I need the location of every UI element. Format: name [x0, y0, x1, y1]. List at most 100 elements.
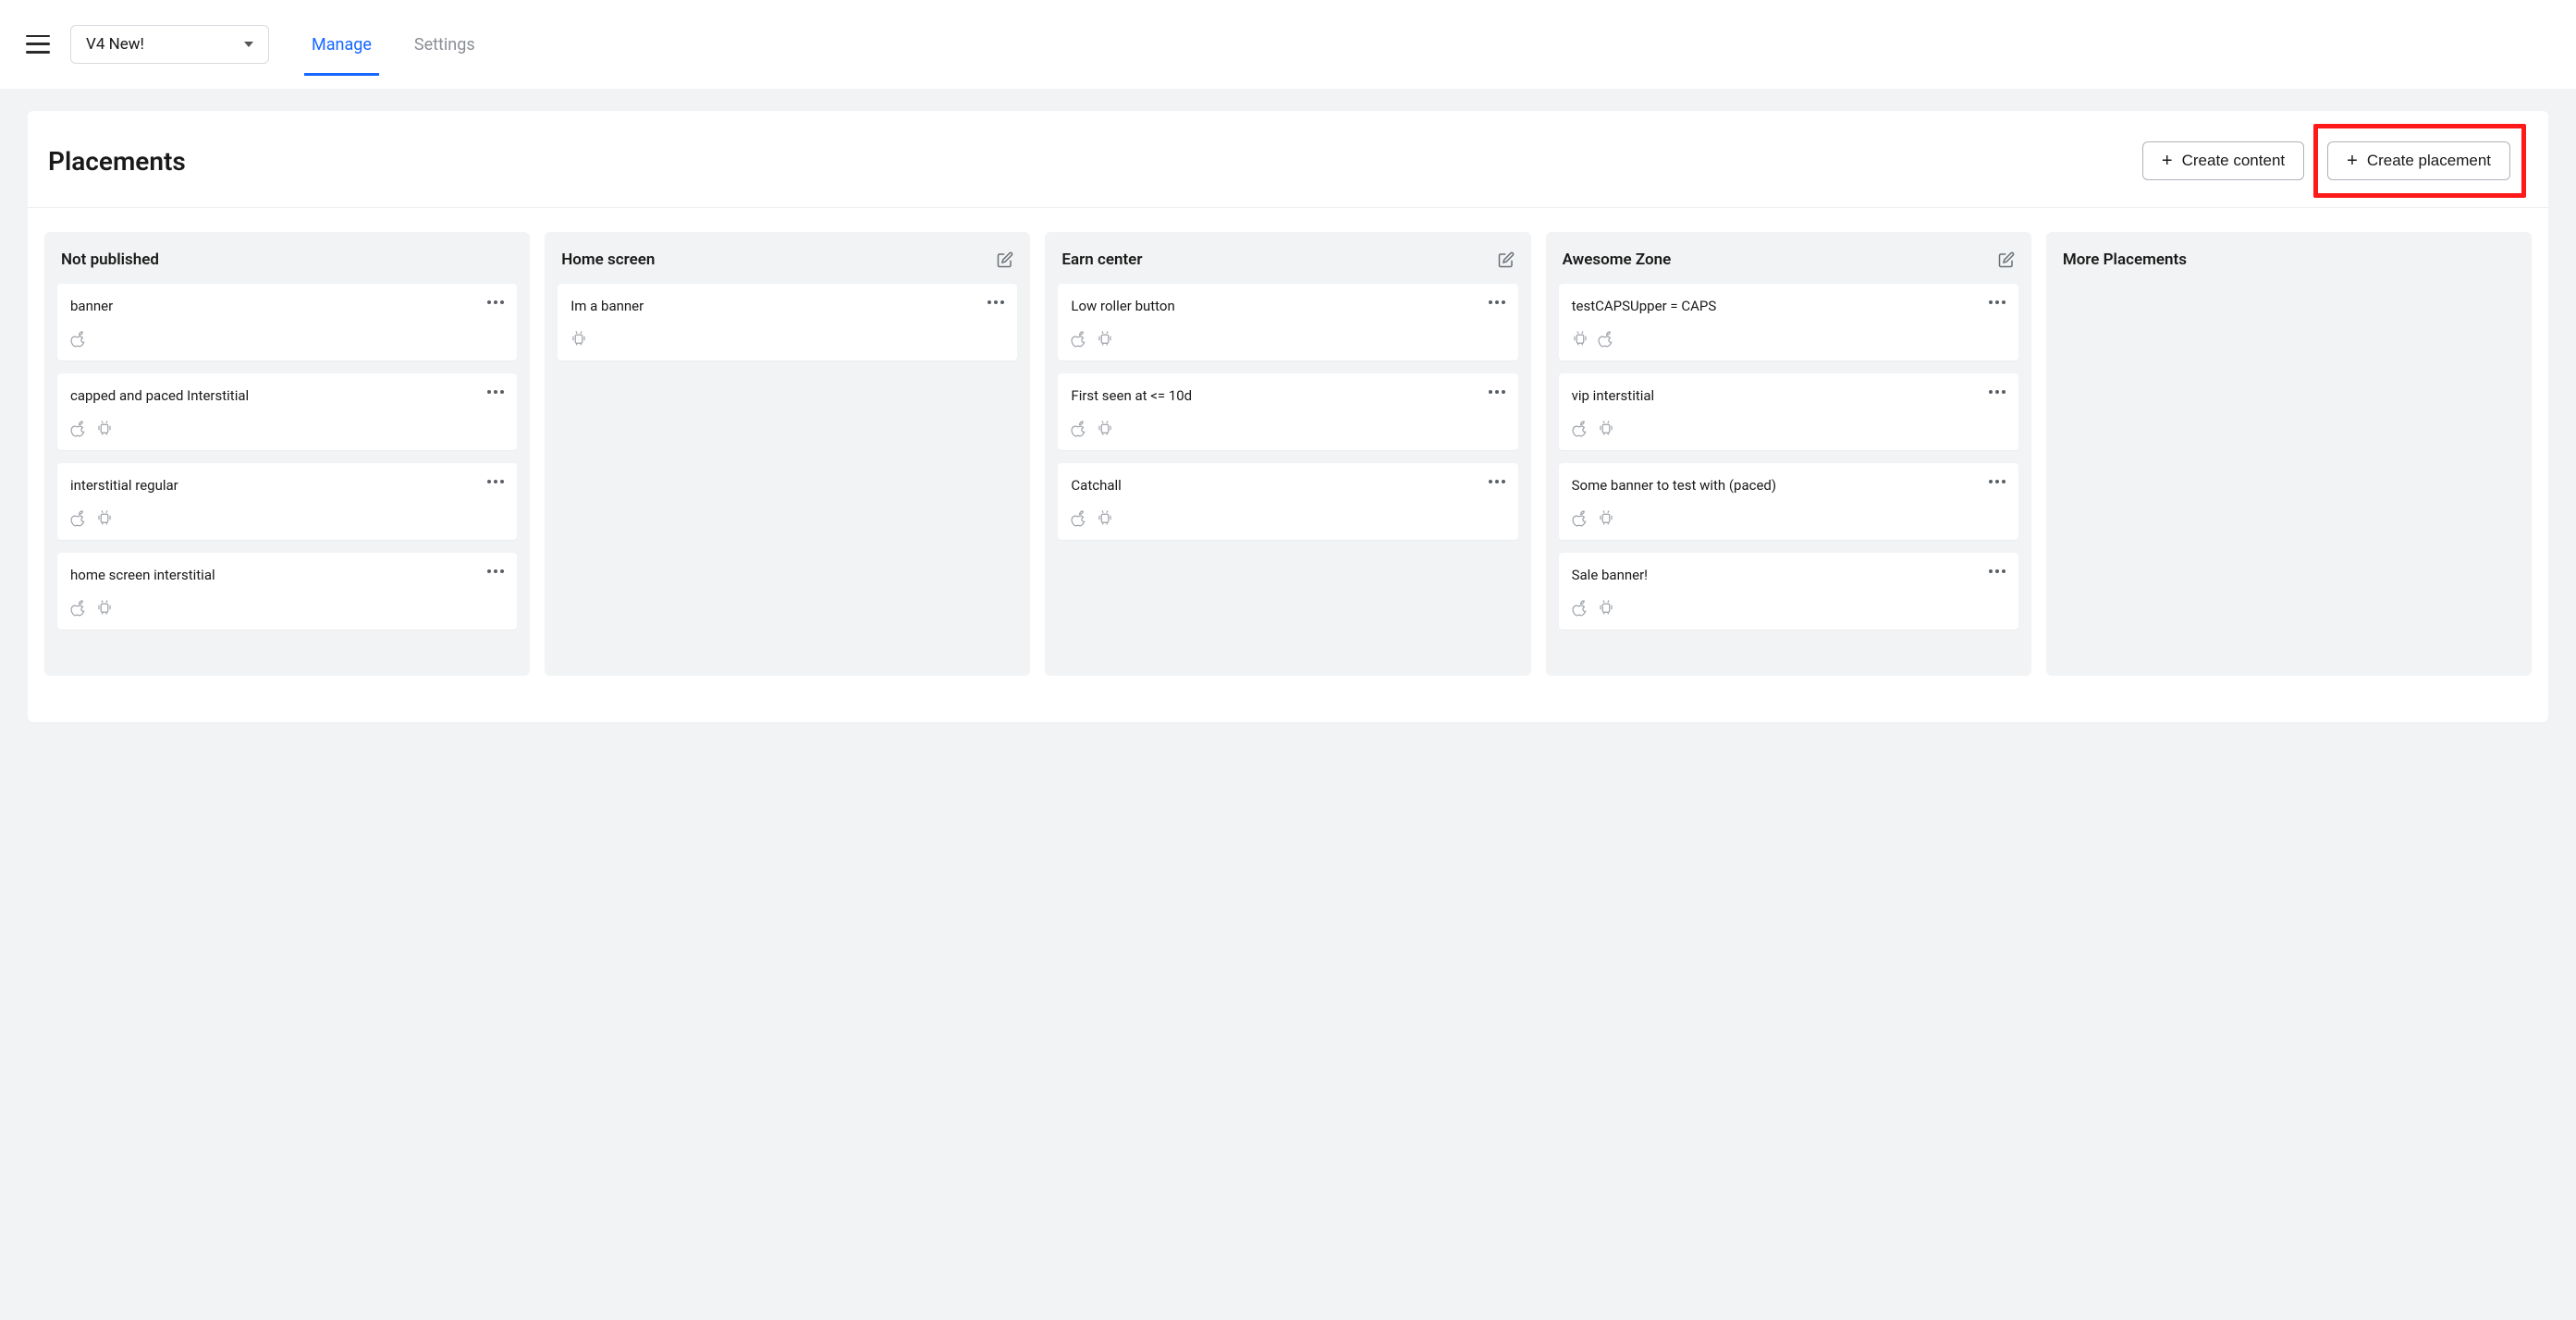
android-icon [1097, 419, 1113, 437]
placement-card[interactable]: Sale banner! [1559, 553, 2018, 629]
placement-card[interactable]: Catchall [1058, 463, 1517, 540]
create-placement-button[interactable]: + Create placement [2327, 141, 2510, 180]
placement-card[interactable]: capped and paced Interstitial [57, 373, 517, 450]
card-title: interstitial regular [70, 476, 178, 495]
card-header-row: vip interstitial [1572, 386, 2006, 406]
card-title: home screen interstitial [70, 566, 215, 585]
placement-card[interactable]: First seen at <= 10d [1058, 373, 1517, 450]
tabs: Manage Settings [304, 13, 483, 75]
placement-card[interactable]: vip interstitial [1559, 373, 2018, 450]
card-title: banner [70, 297, 113, 316]
card-header-row: Im a banner [570, 297, 1004, 316]
header-actions: + Create content + Create placement [2142, 137, 2515, 185]
card-title: Low roller button [1071, 297, 1174, 316]
tab-settings[interactable]: Settings [407, 13, 483, 75]
more-icon[interactable] [487, 386, 504, 394]
card-title: capped and paced Interstitial [70, 386, 249, 406]
cards-list: testCAPSUpper = CAPS vip interstitial Some… [1559, 284, 2018, 629]
edit-icon[interactable] [1498, 251, 1515, 268]
project-name: V4 New! [86, 35, 144, 54]
android-icon [1097, 329, 1113, 348]
placement-card[interactable]: interstitial regular [57, 463, 517, 540]
column-header: More Placements [2059, 247, 2519, 284]
topbar: V4 New! Manage Settings [0, 0, 2576, 89]
card-title: testCAPSUpper = CAPS [1572, 297, 1717, 316]
create-placement-label: Create placement [2367, 152, 2491, 170]
apple-icon [1071, 329, 1087, 348]
plus-icon: + [2347, 152, 2358, 170]
card-header-row: testCAPSUpper = CAPS [1572, 297, 2006, 316]
edit-icon[interactable] [1998, 251, 2015, 268]
android-icon [96, 419, 113, 437]
more-icon[interactable] [1989, 566, 2006, 573]
android-icon [96, 508, 113, 527]
platform-icons [1572, 329, 2006, 348]
more-icon[interactable] [1489, 386, 1505, 394]
columns-container: Not publishedbannercapped and paced Inte… [28, 208, 2548, 722]
create-content-label: Create content [2182, 152, 2286, 170]
column-header: Earn center [1058, 247, 1517, 284]
column: Home screenIm a banner [545, 232, 1030, 676]
placements-panel: Placements + Create content + Create pla… [28, 111, 2548, 722]
apple-icon [1071, 508, 1087, 527]
plus-icon: + [2162, 152, 2173, 170]
apple-icon [1071, 419, 1087, 437]
android-icon [1598, 598, 1614, 617]
more-icon[interactable] [487, 566, 504, 573]
more-icon[interactable] [1989, 297, 2006, 304]
column: Awesome Zone testCAPSUpper = CAPS vip inte… [1546, 232, 2031, 676]
page-title: Placements [48, 146, 186, 177]
body-wrap: Placements + Create content + Create pla… [0, 89, 2576, 744]
cards-list: banner capped and paced Interstitial inter… [57, 284, 517, 629]
card-title: vip interstitial [1572, 386, 1655, 406]
card-header-row: Sale banner! [1572, 566, 2006, 585]
menu-icon[interactable] [26, 35, 50, 54]
card-header-row: Catchall [1071, 476, 1504, 495]
panel-header: Placements + Create content + Create pla… [28, 111, 2548, 208]
apple-icon [70, 329, 87, 348]
apple-icon [1572, 419, 1589, 437]
card-title: Catchall [1071, 476, 1121, 495]
platform-icons [1572, 598, 2006, 617]
column-title: Earn center [1061, 251, 1142, 269]
create-content-button[interactable]: + Create content [2142, 141, 2304, 180]
edit-icon[interactable] [997, 251, 1013, 268]
column-title: Awesome Zone [1563, 251, 1672, 269]
more-icon[interactable] [987, 297, 1004, 304]
platform-icons [70, 508, 504, 527]
card-header-row: First seen at <= 10d [1071, 386, 1504, 406]
apple-icon [1572, 508, 1589, 527]
project-selector[interactable]: V4 New! [70, 25, 269, 64]
card-header-row: capped and paced Interstitial [70, 386, 504, 406]
card-header-row: banner [70, 297, 504, 316]
placement-card[interactable]: Low roller button [1058, 284, 1517, 361]
column-header: Awesome Zone [1559, 247, 2018, 284]
column: Not publishedbannercapped and paced Inte… [44, 232, 530, 676]
apple-icon [70, 508, 87, 527]
more-icon[interactable] [487, 476, 504, 483]
card-title: Some banner to test with (paced) [1572, 476, 1776, 495]
card-header-row: Low roller button [1071, 297, 1504, 316]
card-title: Im a banner [570, 297, 644, 316]
platform-icons [70, 329, 504, 348]
apple-icon [1572, 598, 1589, 617]
android-icon [1572, 329, 1589, 348]
platform-icons [570, 329, 1004, 348]
platform-icons [1071, 508, 1504, 527]
platform-icons [1572, 419, 2006, 437]
placement-card[interactable]: testCAPSUpper = CAPS [1559, 284, 2018, 361]
more-icon[interactable] [1489, 476, 1505, 483]
column: Earn center Low roller button First seen a… [1045, 232, 1530, 676]
more-icon[interactable] [1989, 476, 2006, 483]
tab-manage[interactable]: Manage [304, 13, 379, 75]
cards-list: Im a banner [558, 284, 1017, 361]
placement-card[interactable]: Some banner to test with (paced) [1559, 463, 2018, 540]
placement-card[interactable]: Im a banner [558, 284, 1017, 361]
more-icon[interactable] [1989, 386, 2006, 394]
placement-card[interactable]: banner [57, 284, 517, 361]
more-icon[interactable] [1489, 297, 1505, 304]
placement-card[interactable]: home screen interstitial [57, 553, 517, 629]
more-icon[interactable] [487, 297, 504, 304]
column-title: More Placements [2063, 251, 2187, 269]
card-title: First seen at <= 10d [1071, 386, 1192, 406]
